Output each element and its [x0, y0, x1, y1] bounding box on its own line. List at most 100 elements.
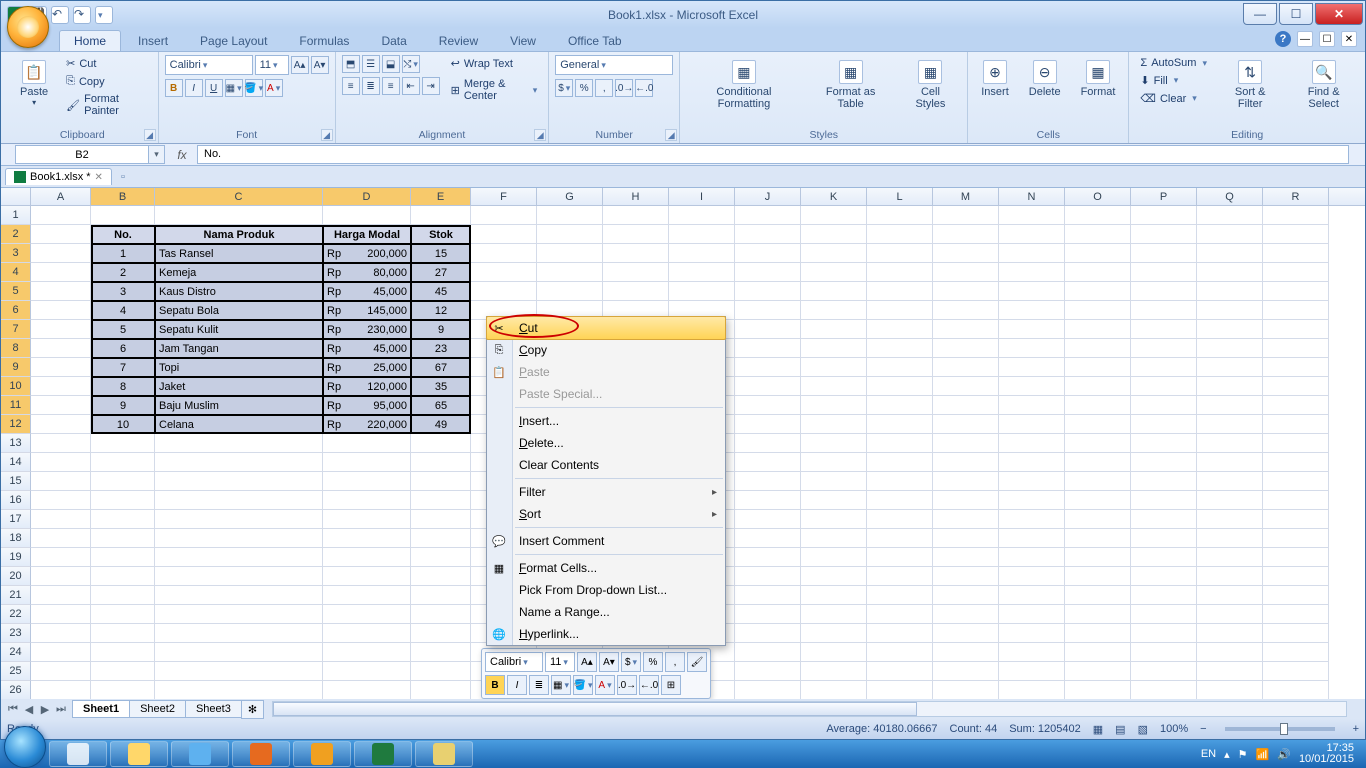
cell[interactable]	[91, 662, 155, 681]
cell[interactable]	[411, 567, 471, 586]
cell[interactable]	[31, 472, 91, 491]
cell[interactable]	[1197, 586, 1263, 605]
cut-button[interactable]: ✂Cut	[61, 55, 151, 72]
ctx-cut[interactable]: ✂Cut	[486, 316, 726, 340]
cell[interactable]	[801, 510, 867, 529]
tab-view[interactable]: View	[495, 30, 551, 51]
row-header-26[interactable]: 26	[1, 681, 31, 699]
row-header-13[interactable]: 13	[1, 434, 31, 453]
number-launcher[interactable]: ◢	[665, 129, 677, 141]
cell[interactable]	[1263, 320, 1329, 339]
accounting-format-icon[interactable]: $	[555, 79, 573, 97]
cell[interactable]	[31, 624, 91, 643]
row-header-9[interactable]: 9	[1, 358, 31, 377]
cell[interactable]: Rp230,000	[323, 320, 411, 339]
cell[interactable]	[867, 377, 933, 396]
cell[interactable]	[91, 605, 155, 624]
cell[interactable]	[999, 510, 1065, 529]
mini-format-painter-icon[interactable]: 🖌	[687, 652, 707, 672]
ctx-name-range[interactable]: Name a Range...	[487, 601, 725, 623]
cell[interactable]	[933, 529, 999, 548]
autosum-button[interactable]: ΣAutoSum	[1135, 55, 1212, 71]
cell[interactable]	[411, 472, 471, 491]
undo-icon[interactable]: ↶	[51, 6, 69, 24]
spreadsheet-grid[interactable]: ABCDEFGHIJKLMNOPQR 123456789101112131415…	[1, 188, 1365, 699]
insert-cells-button[interactable]: ⊕Insert	[974, 55, 1016, 103]
taskbar-explorer[interactable]	[110, 741, 168, 767]
cell[interactable]	[1131, 396, 1197, 415]
cell[interactable]	[31, 396, 91, 415]
cell[interactable]	[1197, 339, 1263, 358]
cell[interactable]	[323, 206, 411, 225]
cell[interactable]	[31, 586, 91, 605]
cell[interactable]	[735, 415, 801, 434]
cell[interactable]	[1263, 206, 1329, 225]
cell[interactable]	[867, 548, 933, 567]
close-tab-icon[interactable]: ✕	[95, 172, 103, 183]
cell[interactable]	[999, 643, 1065, 662]
cell[interactable]	[31, 339, 91, 358]
cell[interactable]	[867, 339, 933, 358]
row-header-6[interactable]: 6	[1, 301, 31, 320]
fill-button[interactable]: ⬇Fill	[1135, 72, 1212, 89]
indent-dec-icon[interactable]: ⇤	[402, 77, 420, 95]
cell[interactable]	[1263, 472, 1329, 491]
cell[interactable]	[999, 624, 1065, 643]
cell[interactable]: Baju Muslim	[155, 396, 323, 415]
cell[interactable]: Jam Tangan	[155, 339, 323, 358]
cell[interactable]	[155, 548, 323, 567]
cell[interactable]	[1065, 339, 1131, 358]
shrink-font-icon[interactable]: A▾	[311, 56, 329, 74]
cell[interactable]	[1065, 396, 1131, 415]
cell[interactable]	[867, 510, 933, 529]
col-header-G[interactable]: G	[537, 188, 603, 205]
cell[interactable]	[411, 662, 471, 681]
cell[interactable]	[1131, 225, 1197, 244]
cell[interactable]	[91, 434, 155, 453]
cell[interactable]	[323, 567, 411, 586]
cell[interactable]	[735, 681, 801, 699]
cell[interactable]	[411, 643, 471, 662]
cell[interactable]	[867, 586, 933, 605]
cell[interactable]	[471, 225, 537, 244]
cell[interactable]	[1065, 548, 1131, 567]
cell[interactable]	[91, 586, 155, 605]
cell[interactable]	[411, 605, 471, 624]
cell[interactable]	[1131, 320, 1197, 339]
ctx-hyperlink[interactable]: 🌐Hyperlink...	[487, 623, 725, 645]
cell[interactable]: Rp45,000	[323, 339, 411, 358]
cell[interactable]	[1065, 206, 1131, 225]
tray-volume-icon[interactable]: 🔊	[1277, 748, 1291, 761]
cell[interactable]	[735, 206, 801, 225]
cell[interactable]	[1197, 605, 1263, 624]
cell[interactable]	[1065, 377, 1131, 396]
cell[interactable]	[735, 396, 801, 415]
cell[interactable]: 45	[411, 282, 471, 301]
ctx-format-cells[interactable]: ▦Format Cells...	[487, 557, 725, 579]
cell[interactable]	[31, 681, 91, 699]
taskbar-item[interactable]	[49, 741, 107, 767]
cell[interactable]	[735, 662, 801, 681]
cell[interactable]: 27	[411, 263, 471, 282]
ctx-insert-comment[interactable]: 💬Insert Comment	[487, 530, 725, 552]
tray-language[interactable]: EN	[1201, 748, 1216, 760]
cell[interactable]	[735, 548, 801, 567]
underline-button[interactable]: U	[205, 79, 223, 97]
copy-button[interactable]: ⎘Copy	[61, 73, 151, 90]
cell[interactable]	[1263, 548, 1329, 567]
cell[interactable]	[801, 263, 867, 282]
format-cells-button[interactable]: ▦Format	[1074, 55, 1123, 103]
cell[interactable]	[91, 681, 155, 699]
alignment-launcher[interactable]: ◢	[534, 129, 546, 141]
mini-merge-icon[interactable]: ⊞	[661, 675, 681, 695]
cell[interactable]	[31, 282, 91, 301]
ctx-pick-dropdown[interactable]: Pick From Drop-down List...	[487, 579, 725, 601]
col-header-O[interactable]: O	[1065, 188, 1131, 205]
cell[interactable]: Kaus Distro	[155, 282, 323, 301]
cell[interactable]	[537, 263, 603, 282]
new-sheet-button[interactable]: ✻	[241, 700, 264, 719]
row-header-12[interactable]: 12	[1, 415, 31, 434]
cell[interactable]	[31, 567, 91, 586]
row-header-4[interactable]: 4	[1, 263, 31, 282]
col-header-C[interactable]: C	[155, 188, 323, 205]
